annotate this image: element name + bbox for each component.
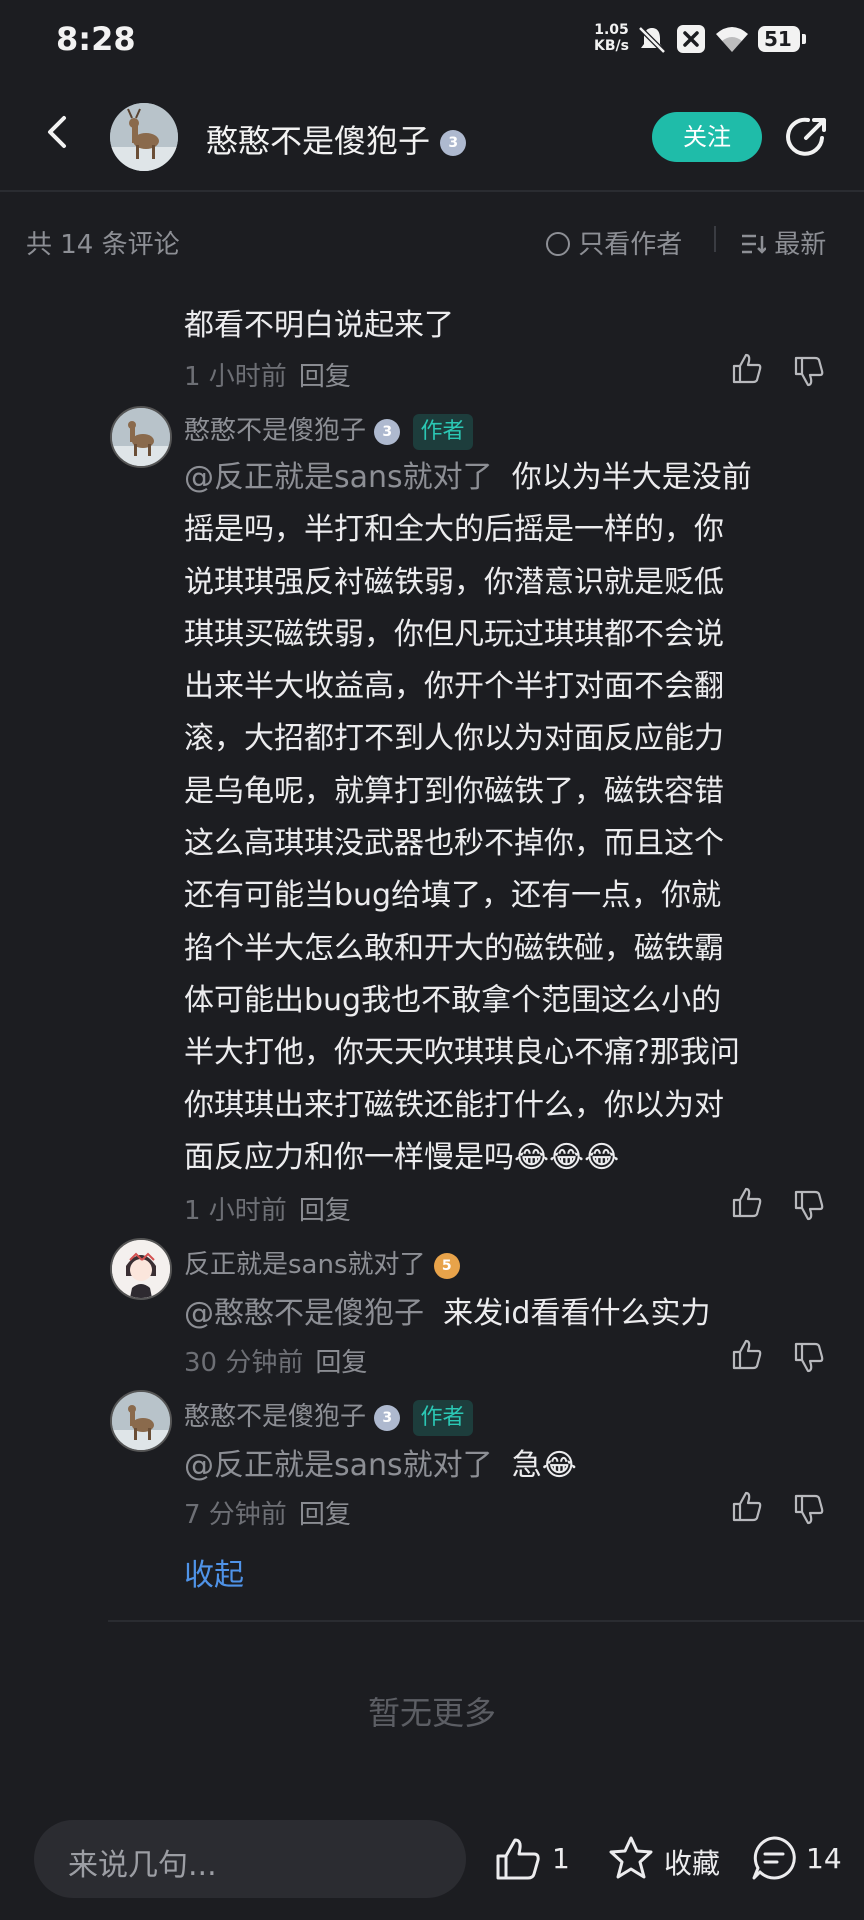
comment-line: 是乌龟呢，就算打到你磁铁了，磁铁容错	[184, 773, 724, 809]
avatar[interactable]	[110, 406, 172, 468]
star-icon[interactable]	[606, 1834, 656, 1882]
comment-text: 来发id看看什么实力	[443, 1296, 711, 1331]
replies-divider	[108, 1620, 864, 1622]
comment-line: 体可能出bug我也不敢拿个范围这么小的	[184, 982, 722, 1018]
comment-line: 说琪琪强反衬磁铁弱，你潜意识就是贬低	[184, 564, 724, 600]
comment-line: 掐个半大怎么敢和开大的磁铁碰，磁铁霸	[184, 930, 724, 966]
like-icon[interactable]	[730, 1338, 764, 1372]
author-tag: 作者	[412, 413, 473, 450]
comment-line: 面反应力和你一样慢是吗	[184, 1139, 514, 1175]
reply-button[interactable]: 回复	[315, 1348, 367, 1378]
comment-username-text: 憨憨不是傻狍子	[184, 416, 367, 446]
comment-time: 1 小时前	[184, 362, 287, 392]
deer-avatar-image	[112, 1392, 170, 1450]
dislike-icon[interactable]	[792, 1340, 826, 1374]
comment-meta: 1 小时前 回复	[184, 356, 351, 393]
mention-link[interactable]: @反正就是sans就对了	[184, 1448, 493, 1483]
like-icon[interactable]	[730, 1186, 764, 1220]
only-author-toggle[interactable]: 只看作者	[546, 224, 682, 261]
reply-button[interactable]: 回复	[299, 1196, 351, 1226]
comment-line: 半大打他，你天天吹琪琪良心不痛?那我问	[184, 1035, 740, 1071]
comment-time: 30 分钟前	[184, 1348, 304, 1378]
comment-line: 这么高琪琪没武器也秒不掉你，而且这个	[184, 826, 724, 862]
avatar[interactable]	[110, 1238, 172, 1300]
avatar[interactable]	[110, 1390, 172, 1452]
reply-button[interactable]: 回复	[299, 1500, 351, 1530]
network-speed-unit: KB/s	[594, 38, 629, 54]
comment-username[interactable]: 憨憨不是傻狍子 3 作者	[184, 410, 473, 450]
sort-latest-label: 最新	[774, 230, 827, 260]
comment-count: 共 14 条评论	[26, 230, 180, 260]
comment-text: 急	[511, 1448, 542, 1483]
comment-input-placeholder: 来说几句...	[68, 1848, 217, 1883]
author-tag: 作者	[412, 1399, 473, 1436]
comment-line: 你琪琪出来打磁铁还能打什么，你以为对	[184, 1087, 724, 1123]
comment-username[interactable]: 反正就是sans就对了 5	[184, 1244, 460, 1281]
level-badge: 3	[440, 130, 467, 156]
battery-icon: 51	[758, 26, 800, 52]
comment-body: @反正就是sans就对了 急😂	[184, 1440, 577, 1492]
comment-meta: 7 分钟前 回复	[184, 1494, 351, 1531]
comment-body: @反正就是sans就对了 你以为半大是没前 摇是吗，半打和全大的后摇是一样的，你…	[184, 452, 844, 1184]
comment-username-text: 反正就是sans就对了	[184, 1250, 426, 1280]
status-time: 8:28	[56, 20, 136, 58]
dislike-icon[interactable]	[792, 1492, 826, 1526]
sort-separator	[714, 226, 716, 252]
comment-time: 1 小时前	[184, 1196, 287, 1226]
radio-circle-icon	[546, 232, 570, 256]
mention-link[interactable]: @反正就是sans就对了	[184, 460, 493, 495]
level-badge: 5	[433, 1252, 460, 1279]
level-badge: 3	[374, 418, 401, 445]
sort-icon	[742, 234, 767, 254]
mute-icon	[638, 26, 666, 54]
share-icon[interactable]	[784, 114, 830, 160]
comment-text: 都看不明白说起来了	[184, 308, 454, 343]
dislike-icon[interactable]	[792, 354, 826, 388]
comment-username-text: 憨憨不是傻狍子	[184, 1402, 367, 1432]
comment-meta: 1 小时前 回复	[184, 1190, 351, 1227]
deer-avatar-image	[110, 103, 178, 171]
like-count: 1	[552, 1842, 570, 1875]
character-avatar-image	[112, 1240, 170, 1298]
network-speed-value: 1.05	[594, 22, 629, 38]
collapse-replies-link[interactable]: 收起	[184, 1550, 244, 1594]
header-divider	[0, 190, 864, 192]
follow-button[interactable]: 关注	[652, 112, 762, 162]
comment-body: @憨憨不是傻狍子 来发id看看什么实力	[184, 1288, 710, 1340]
comment-total: 14	[806, 1842, 842, 1875]
back-icon[interactable]	[38, 112, 78, 152]
header-avatar[interactable]	[110, 103, 178, 171]
wifi-icon	[716, 27, 748, 52]
collect-label[interactable]: 收藏	[664, 1842, 720, 1882]
sort-latest-button[interactable]: 最新	[740, 224, 826, 261]
like-icon[interactable]	[730, 352, 764, 386]
laugh-cry-emoji: 😂😂😂	[514, 1139, 620, 1175]
comment-line: 滚，大招都打不到人你以为对面反应能力	[184, 721, 724, 757]
comment-icon[interactable]	[750, 1834, 798, 1882]
level-badge: 3	[374, 1404, 401, 1431]
comment-line: 还有可能当bug给填了，还有一点，你就	[184, 878, 722, 914]
network-speed: 1.05 KB/s	[594, 22, 629, 54]
battery-tip	[802, 34, 806, 44]
comment-line: 出来半大收益高，你开个半打对面不会翻	[184, 669, 724, 705]
laugh-cry-emoji: 😂	[541, 1448, 577, 1483]
like-post-icon[interactable]	[494, 1836, 542, 1882]
comment-username[interactable]: 憨憨不是傻狍子 3 作者	[184, 1396, 473, 1436]
close-box-icon	[677, 25, 705, 53]
dislike-icon[interactable]	[792, 1188, 826, 1222]
header-username-text: 憨憨不是傻狍子	[206, 122, 431, 160]
comment-line: 你以为半大是没前	[511, 460, 752, 495]
like-icon[interactable]	[730, 1490, 764, 1524]
only-author-label: 只看作者	[578, 230, 683, 260]
comment-time: 7 分钟前	[184, 1500, 287, 1530]
comment-meta: 30 分钟前 回复	[184, 1342, 367, 1379]
deer-avatar-image	[112, 408, 170, 466]
battery-level: 51	[764, 27, 792, 51]
comment-line: 琪琪买磁铁弱，你但凡玩过琪琪都不会说	[184, 616, 724, 652]
mention-link[interactable]: @憨憨不是傻狍子	[184, 1296, 424, 1331]
no-more-text: 暂无更多	[367, 1694, 496, 1732]
reply-button[interactable]: 回复	[299, 362, 351, 392]
comment-line: 摇是吗，半打和全大的后摇是一样的，你	[184, 512, 724, 548]
header-username[interactable]: 憨憨不是傻狍子 3	[206, 116, 467, 162]
